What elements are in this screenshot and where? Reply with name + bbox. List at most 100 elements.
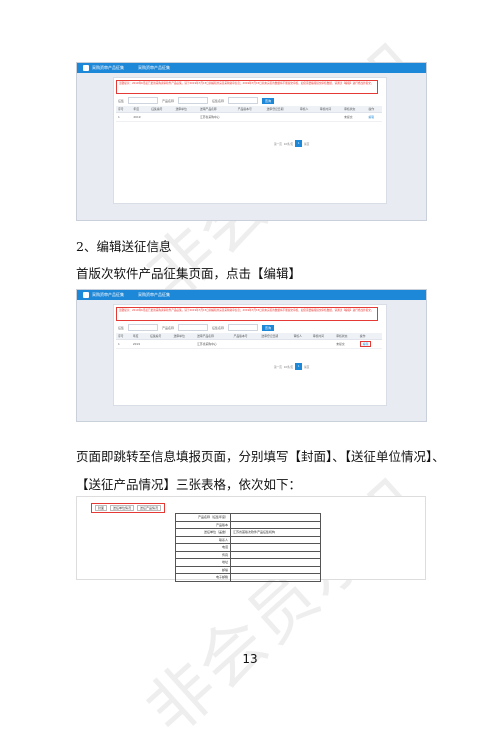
cell xyxy=(317,112,343,122)
filter-name-input[interactable] xyxy=(228,97,259,104)
cell xyxy=(291,339,311,349)
pager-per-page[interactable]: 10条/页 xyxy=(284,365,293,369)
content-panel: 温馨提示：2019年6月起已更新采购资审软件产品征集，请于2019年7月15日前… xyxy=(113,77,387,204)
filter-product-input[interactable] xyxy=(178,97,209,104)
app-header: 采购资审产品征集 采购资审产品征集 xyxy=(77,63,426,73)
field-value[interactable] xyxy=(230,535,321,544)
field-label: 送征单位（盖章） xyxy=(175,528,231,537)
field-value[interactable] xyxy=(230,573,321,582)
filter-name-input[interactable] xyxy=(228,324,259,331)
pagination: 第一页 10条/页 1 尾页 xyxy=(274,140,309,147)
cell xyxy=(231,339,260,349)
filter-bar: 征集 产品名称 征集名称 查询 xyxy=(118,324,275,331)
app-tab-2[interactable]: 采购资审产品征集 xyxy=(138,292,170,298)
app-header: 采购资审产品征集 采购资审产品征集 xyxy=(77,290,426,300)
filter-bar: 征集 产品名称 征集名称 查询 xyxy=(118,97,275,104)
filter-product-input[interactable] xyxy=(178,324,209,331)
query-button[interactable]: 查询 xyxy=(262,97,275,104)
filter-label: 产品名称 xyxy=(162,325,175,330)
pager-first[interactable]: 第一页 xyxy=(274,142,282,146)
tab-product-info[interactable]: 送征产品情况 xyxy=(137,505,162,511)
instruction-text: 【送征产品情况】三张表格，依次如下： xyxy=(76,477,302,492)
field-value[interactable] xyxy=(230,543,321,552)
field-value[interactable] xyxy=(230,558,321,567)
result-table: 序号 年度 征集编号 送审单位 送审产品名称 产品版本号 送审登记日期 审核人 … xyxy=(116,106,382,122)
cover-form-table: 产品名称（征集年度） 产品版本 送征单位（盖章） 江苏省首版次软件产品征集机构 联… xyxy=(175,513,321,582)
cell xyxy=(310,339,335,349)
field-label: 联系人 xyxy=(175,535,231,544)
filter-label: 征集名称 xyxy=(212,98,225,103)
content-panel: 温馨提示：2019年6月起已更新采购资审软件产品征集，请于2019年7月15日前… xyxy=(113,304,387,406)
pager-current[interactable]: 1 xyxy=(295,140,303,147)
field-label: 邮编 xyxy=(175,565,231,574)
edit-button-highlighted[interactable]: 编辑 xyxy=(357,339,382,349)
section-heading: 2、编辑送征信息 xyxy=(76,239,172,254)
field-label: 电子邮箱 xyxy=(175,573,231,582)
cell xyxy=(149,112,174,122)
field-value[interactable] xyxy=(230,513,321,522)
cell xyxy=(173,112,198,122)
table-row: 1 2019 江苏省采购中心 未提交 编辑 xyxy=(116,339,382,349)
cell: 江苏省采购中心 xyxy=(195,339,232,349)
filter-label: 征集名称 xyxy=(212,325,225,330)
form-row: 联系人 xyxy=(175,535,321,544)
pager-first[interactable]: 第一页 xyxy=(274,365,282,369)
form-row: 产品版本 xyxy=(175,520,321,529)
edit-link[interactable]: 编辑 xyxy=(359,341,372,347)
tab-cover[interactable]: 封面 xyxy=(95,505,108,511)
cell: 江苏省采购中心 xyxy=(197,112,236,122)
screenshot-list-page: 采购资审产品征集 采购资审产品征集 温馨提示：2019年6月起已更新采购资审软件… xyxy=(76,62,427,221)
form-row: 送征单位（盖章） 江苏省首版次软件产品征集机构 xyxy=(175,528,321,537)
pager-per-page[interactable]: 10条/页 xyxy=(284,142,293,146)
cell: 未提交 xyxy=(342,112,367,122)
cell: 1 xyxy=(116,112,132,122)
filter-year-input[interactable] xyxy=(128,324,159,331)
cell: 未提交 xyxy=(334,339,358,349)
cell: 2019 xyxy=(131,112,150,122)
cell xyxy=(235,112,265,122)
form-row: 传真 xyxy=(175,550,321,559)
table-row: 1 2019 江苏省采购中心 未提交 编辑 xyxy=(116,112,382,122)
field-value[interactable] xyxy=(230,565,321,574)
cell: 2019 xyxy=(130,339,149,349)
filter-label: 产品名称 xyxy=(162,98,175,103)
cell xyxy=(259,339,292,349)
field-value[interactable] xyxy=(230,550,321,559)
form-row: 电话 xyxy=(175,543,321,552)
field-label: 传真 xyxy=(175,550,231,559)
query-button[interactable]: 查询 xyxy=(262,324,275,331)
tab-unit-info[interactable]: 送征单位情况 xyxy=(110,505,135,511)
cell xyxy=(171,339,196,349)
filter-label: 征集 xyxy=(118,325,125,330)
instruction-text: 首版次软件产品征集页面，点击【编辑】 xyxy=(76,266,302,281)
app-tab-1[interactable]: 采购资审产品征集 xyxy=(92,292,124,298)
form-row: 电子邮箱 xyxy=(175,573,321,582)
cell xyxy=(148,339,172,349)
field-value[interactable]: 江苏省首版次软件产品征集机构 xyxy=(230,528,321,537)
cell xyxy=(264,112,298,122)
field-label: 地址 xyxy=(175,558,231,567)
edit-link[interactable]: 编辑 xyxy=(366,112,382,122)
field-label: 产品版本 xyxy=(175,520,231,529)
field-value[interactable] xyxy=(230,520,321,529)
app-tab-2[interactable]: 采购资审产品征集 xyxy=(138,65,170,71)
screenshot-form-page: 封面 送征单位情况 送征产品情况 产品名称（征集年度） 产品版本 送征单位（盖章… xyxy=(76,496,426,582)
pager-last[interactable]: 尾页 xyxy=(304,142,309,146)
form-tabs: 封面 送征单位情况 送征产品情况 xyxy=(91,503,166,513)
filter-label: 征集 xyxy=(118,98,125,103)
cell xyxy=(297,112,318,122)
screenshot-edit-click: 采购资审产品征集 采购资审产品征集 温馨提示：2019年6月起已更新采购资审软件… xyxy=(76,289,427,422)
app-logo-icon xyxy=(83,65,89,71)
notice-box: 温馨提示：2019年6月起已更新采购资审软件产品征集，请于2019年7月15日前… xyxy=(116,80,378,94)
pager-current[interactable]: 1 xyxy=(295,363,303,370)
app-logo-icon xyxy=(83,292,89,298)
form-row: 地址 xyxy=(175,558,321,567)
app-tab-1[interactable]: 采购资审产品征集 xyxy=(92,65,124,71)
filter-year-input[interactable] xyxy=(128,97,159,104)
pager-last[interactable]: 尾页 xyxy=(304,365,309,369)
instruction-text: 页面即跳转至信息填报页面，分别填写【封面】、【送征单位情况】、 xyxy=(76,449,445,464)
notice-box: 温馨提示：2019年6月起已更新采购资审软件产品征集，请于2019年7月15日前… xyxy=(116,307,378,321)
form-row: 产品名称（征集年度） xyxy=(175,513,321,522)
field-label: 产品名称（征集年度） xyxy=(175,513,231,522)
form-row: 邮编 xyxy=(175,565,321,574)
